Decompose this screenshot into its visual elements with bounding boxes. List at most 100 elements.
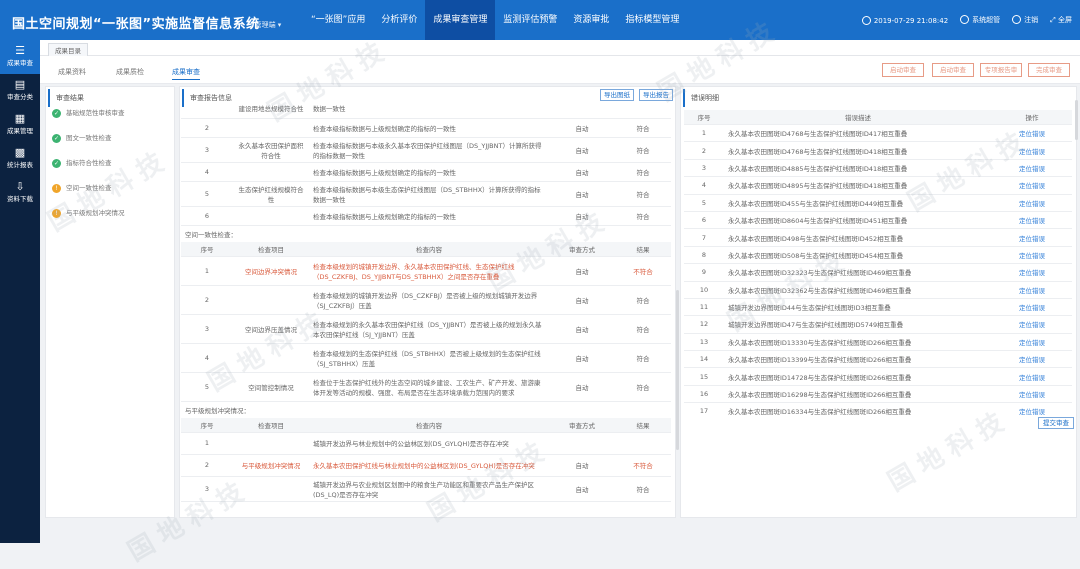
locate-error-link[interactable]: 定位错误 xyxy=(992,402,1072,415)
top-bar: 国土空间规划“一张图”实施监督信息系统 | 管理端 ▾ “一张图”应用 分析评价成… xyxy=(0,0,1080,40)
subtab-review[interactable]: 成果审查 xyxy=(172,67,200,80)
sidebar-item-3[interactable]: ▩ 统计报表 xyxy=(0,142,40,176)
sidebar-icon: ▩ xyxy=(14,146,26,159)
start-review-button-2[interactable]: 启动审查 xyxy=(932,63,974,77)
table-row: 2 与平级规划冲突情况 永久基本农田保护红线与林业规划中的公益林区划(DS_GYLQ… xyxy=(181,454,671,477)
locate-error-link[interactable]: 定位错误 xyxy=(992,281,1072,299)
locate-error-link[interactable]: 定位错误 xyxy=(992,211,1072,230)
cell-no: 3 xyxy=(181,137,233,163)
cell-mode: 自动 xyxy=(549,343,615,373)
locate-error-link[interactable]: 定位错误 xyxy=(992,350,1072,369)
subtab-quality[interactable]: 成果质检 xyxy=(116,67,144,77)
table-row: 1 空间边界冲突情况 检查本级规划的城镇开发边界、永久基本农田保护红线、生态保护红线… xyxy=(181,256,671,286)
error-index: 3 xyxy=(684,159,724,178)
error-index: 1 xyxy=(684,124,724,143)
error-description: 永久基本农田图斑ID16334与生态保护红线图斑ID266相互重叠 xyxy=(724,402,992,415)
sidebar-icon: ⇩ xyxy=(15,180,25,193)
cell-no: 5 xyxy=(181,372,233,402)
indicator-table: 建设用地总规模符合性 数据一致性 2 检查本级指标数据与上级规划确定的指标的一致性 自动… xyxy=(181,99,671,226)
start-review-button[interactable]: 启动审查 xyxy=(882,63,924,77)
check-icon: ✓ xyxy=(52,109,61,118)
locate-error-link[interactable]: 定位错误 xyxy=(992,367,1072,386)
result-item[interactable]: ✓ 指标符合性检查 xyxy=(52,159,162,168)
nav-item-5[interactable]: 指标模型管理 xyxy=(617,0,687,40)
cell-result: 符合 xyxy=(615,476,671,502)
locate-error-link[interactable]: 定位错误 xyxy=(992,141,1072,160)
cell-item: 生态保护红线规模符合性 xyxy=(233,181,309,207)
result-item[interactable]: ! 空间一致性检查 xyxy=(52,184,162,193)
locate-error-link[interactable]: 定位错误 xyxy=(992,263,1072,282)
result-item[interactable]: ! 与平级规划冲突情况 xyxy=(52,209,162,218)
special-report-button[interactable]: 专项报告审 xyxy=(980,63,1022,77)
locate-error-link[interactable]: 定位错误 xyxy=(992,315,1072,334)
locate-error-link[interactable]: 定位错误 xyxy=(992,159,1072,178)
results-panel: 审查结果 ✓ 基础规范性审核审查 ✓ 图文一致性检查 ✓ 指标符合性检查! 空间一致性检查!… xyxy=(45,86,175,518)
locate-error-link[interactable]: 定位错误 xyxy=(992,298,1072,317)
sidebar-item-1[interactable]: ▤ 审查分类 xyxy=(0,74,40,108)
sidebar-item-0[interactable]: ☰ 成果审查 xyxy=(0,40,40,74)
locate-error-link[interactable]: 定位错误 xyxy=(992,124,1072,143)
error-description: 永久基本农田图斑ID32362与生态保护红线图斑ID469相互重叠 xyxy=(724,281,992,299)
cell-no: 2 xyxy=(181,454,233,477)
cell-result: 符合 xyxy=(615,372,671,402)
nav-item-4[interactable]: 资源审批 xyxy=(565,0,617,40)
cell-content: 检查本级指标数据与上级规划确定的指标的一致性 xyxy=(309,206,549,226)
cell-content: 永久基本农田保护红线与林业规划中的公益林区划(DS_GYLQH)是否存在冲突 xyxy=(309,454,549,477)
spatial-table: 序号 检查项目 检查内容 审查方式 结果 1 空间边界冲突情况 检查本级规划的城镇开发边界、永… xyxy=(181,241,671,402)
clock-icon xyxy=(861,15,871,25)
fullscreen-button[interactable]: ⤢ 全屏 xyxy=(1050,15,1072,25)
column-header: 审查方式 xyxy=(549,241,615,257)
nav-item-1[interactable]: 分析评价 xyxy=(373,0,425,40)
error-row: 4 永久基本农田图斑ID4895与生态保护红线图斑ID418相互重叠 定位错误 xyxy=(684,176,1072,195)
column-header: 错误描述 xyxy=(724,110,992,125)
error-index: 10 xyxy=(684,281,724,299)
locate-error-link[interactable]: 定位错误 xyxy=(992,194,1072,212)
logout-button[interactable]: 注销 xyxy=(1012,15,1038,25)
table-row: 3 空间边界压盖情况 检查本级规划的永久基本农田保护红线（DS_YJJBNT）是否被… xyxy=(181,314,671,344)
cell-result: 符合 xyxy=(615,162,671,182)
user-menu[interactable]: 系统超管 xyxy=(960,15,1000,25)
error-description: 永久基本农田图斑ID8604与生态保护红线图斑ID451相互重叠 xyxy=(724,211,992,230)
error-description: 永久基本农田图斑ID4768与生态保护红线图斑ID418相互重叠 xyxy=(724,141,992,160)
app-title: 国土空间规划“一张图”实施监督信息系统 xyxy=(12,17,260,32)
error-description: 永久基本农田图斑ID13330与生态保护红线图斑ID266相互重叠 xyxy=(724,333,992,352)
cell-item: 永久基本农田保护面积符合性 xyxy=(233,137,309,163)
cell-item xyxy=(233,206,309,226)
tenant-switch[interactable]: | 管理端 ▾ xyxy=(250,20,281,30)
sidebar-label: 统计报表 xyxy=(7,161,33,169)
locate-error-link[interactable]: 定位错误 xyxy=(992,385,1072,404)
column-header: 审查方式 xyxy=(549,417,615,433)
column-header: 结果 xyxy=(615,241,671,257)
result-item[interactable]: ✓ 基础规范性审核审查 xyxy=(52,109,162,118)
locate-error-link[interactable]: 定位错误 xyxy=(992,246,1072,265)
locate-error-link[interactable]: 定位错误 xyxy=(992,333,1072,352)
errors-scrollbar[interactable] xyxy=(1075,100,1078,140)
cell-no: 1 xyxy=(181,256,233,286)
subtab-materials[interactable]: 成果资料 xyxy=(58,67,86,77)
tab-results-catalog[interactable]: 成果目录 xyxy=(48,43,88,57)
locate-error-link[interactable]: 定位错误 xyxy=(992,228,1072,247)
locate-error-link[interactable]: 定位错误 xyxy=(992,176,1072,195)
errors-title: 错误明细 xyxy=(683,89,1076,107)
cell-content: 检查本级规划的城镇开发边界、永久基本农田保护红线、生态保护红线（DS_CZKFB… xyxy=(309,256,549,286)
finish-review-button[interactable]: 完成审查 xyxy=(1028,63,1070,77)
error-row: 3 永久基本农田图斑ID4885与生态保护红线图斑ID418相互重叠 定位错误 xyxy=(684,159,1072,178)
sidebar-item-2[interactable]: ▦ 成果管理 xyxy=(0,108,40,142)
table-row: 4 检查本级规划的生态保护红线（DS_STBHHX）是否被上级规划的生态保护红线（… xyxy=(181,343,671,373)
error-index: 6 xyxy=(684,211,724,230)
errors-table-wrap: 序号 错误描述 操作 1 永久基本农田图斑ID4768与生态保护红线图斑ID417相互重… xyxy=(684,110,1072,415)
error-index: 2 xyxy=(684,141,724,160)
sidebar-item-4[interactable]: ⇩ 资料下载 xyxy=(0,176,40,210)
column-header: 序号 xyxy=(684,110,724,125)
nav-item-0[interactable]: “一张图”应用 xyxy=(303,0,373,40)
submit-review-button[interactable]: 提交审查 xyxy=(1038,417,1074,429)
result-item[interactable]: ✓ 图文一致性检查 xyxy=(52,134,162,143)
section-spatial: 空间一致性检查： xyxy=(185,230,237,239)
errors-table: 序号 错误描述 操作 1 永久基本农田图斑ID4768与生态保护红线图斑ID417相互重… xyxy=(684,110,1072,415)
cell-content: 检查位于生态保护红线外的生态空间的城乡建设、工农生产、矿产开发、旅游康体开发等活… xyxy=(309,372,549,402)
report-scrollbar[interactable] xyxy=(676,290,679,450)
nav-item-2[interactable]: 成果审查管理 xyxy=(425,0,496,40)
cell-item xyxy=(233,432,309,455)
error-description: 永久基本农田图斑ID16298与生态保护红线图斑ID266相互重叠 xyxy=(724,385,992,404)
nav-item-3[interactable]: 监测评估预警 xyxy=(495,0,565,40)
